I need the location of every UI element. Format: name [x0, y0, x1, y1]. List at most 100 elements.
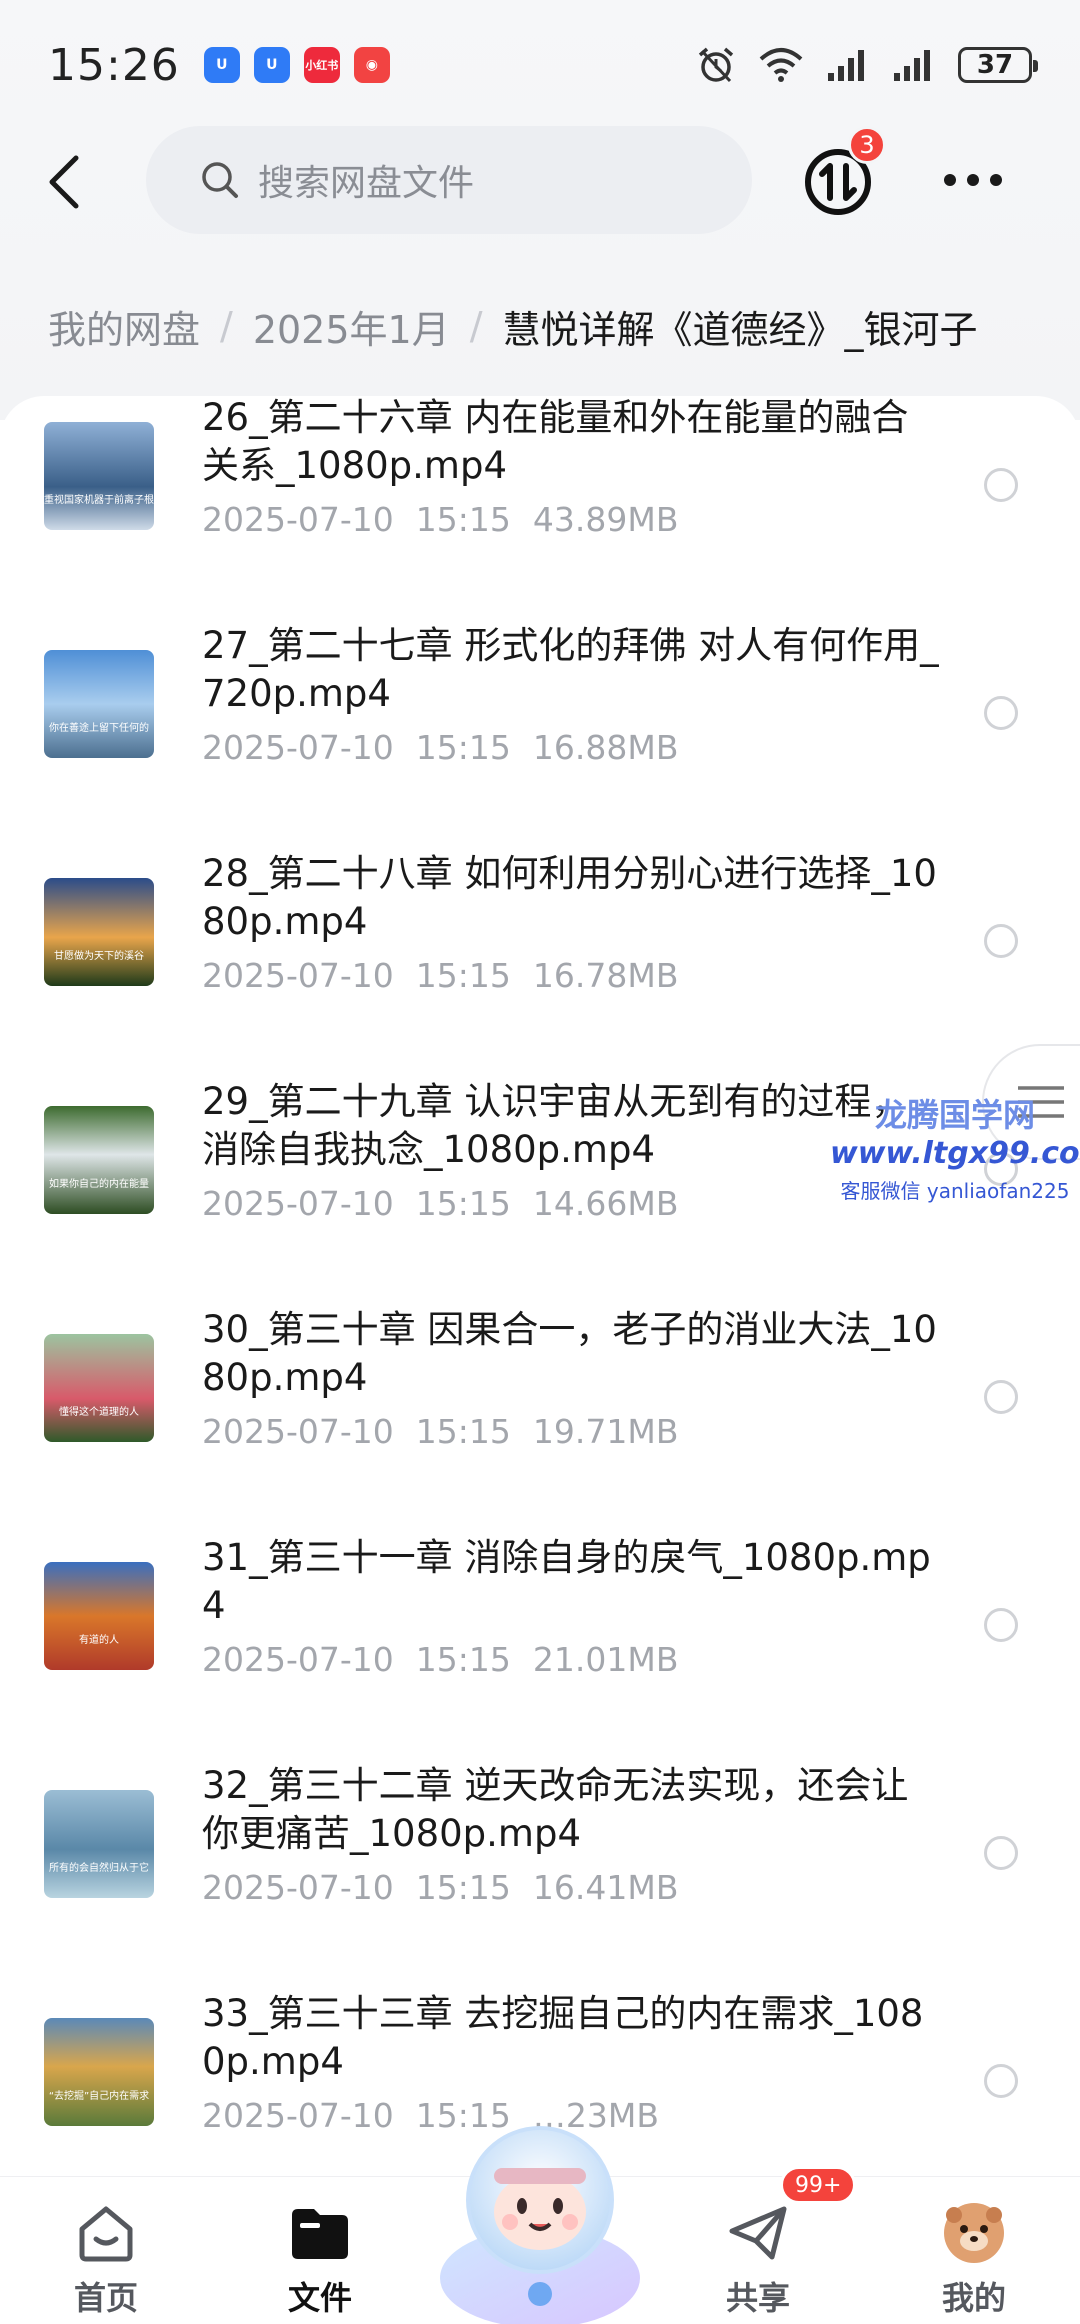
nav-home[interactable]: 首页: [36, 2193, 176, 2317]
thumbnail-caption: 所有的会自然归从于它: [49, 1863, 149, 1874]
file-size: 14.66MB: [532, 1184, 679, 1223]
file-date: 2025-07-10: [202, 956, 394, 995]
app-notification-icon: ◉: [353, 47, 390, 83]
video-thumbnail: 重视国家机器于前离子根: [44, 422, 154, 530]
thumbnail-caption: 如果你自己的内在能量: [49, 1179, 149, 1190]
file-row[interactable]: 所有的会自然归从于它 32_第三十二章 逆天改命无法实现，还会让你更痛苦_1080…: [0, 1738, 1080, 1966]
file-date: 2025-07-10: [202, 1640, 394, 1679]
file-meta: 2025-07-10 15:15 16.78MB: [202, 956, 678, 995]
search-input[interactable]: 搜索网盘文件: [146, 126, 752, 234]
file-time: 15:15: [415, 1412, 511, 1451]
wifi-icon: [759, 48, 803, 82]
header: 搜索网盘文件 3: [0, 126, 1080, 236]
home-icon: [79, 2206, 133, 2262]
file-date: 2025-07-10: [202, 2096, 394, 2135]
file-row[interactable]: 重视国家机器于前离子根 26_第二十六章 内在能量和外在能量的融合关系_1080p…: [0, 396, 1080, 598]
folder-icon: [292, 2209, 348, 2259]
file-name: 26_第二十六章 内在能量和外在能量的融合关系_1080p.mp4: [202, 396, 909, 487]
file-row[interactable]: 你在善途上留下任何的 27_第二十七章 形式化的拜佛 对人有何作用_720p.mp…: [0, 598, 1080, 826]
video-thumbnail: 有道的人: [44, 1562, 154, 1670]
select-radio[interactable]: [984, 924, 1018, 958]
back-arrow-icon[interactable]: [36, 150, 96, 214]
file-name: 32_第三十二章 逆天改命无法实现，还会让你更痛苦_1080p.mp4: [202, 1764, 909, 1855]
video-thumbnail: 如果你自己的内在能量: [44, 1106, 154, 1214]
breadcrumb-current: 慧悦详解《道德经》_银河子: [502, 307, 978, 352]
file-meta: 2025-07-10 15:15 16.41MB: [202, 1868, 678, 1907]
thumbnail-caption: 有道的人: [79, 1635, 119, 1646]
file-size: 16.78MB: [532, 956, 679, 995]
file-meta: 2025-07-10 15:15 19.71MB: [202, 1412, 678, 1451]
nav-label-home: 首页: [73, 2279, 138, 2317]
file-row[interactable]: 甘愿做为天下的溪谷 28_第二十八章 如何利用分别心进行选择_1080p.mp4 2…: [0, 826, 1080, 1054]
file-size: 19.71MB: [532, 1412, 679, 1451]
alarm-icon: [698, 47, 734, 83]
file-size: 21.01MB: [532, 1640, 679, 1679]
app-notification-icon: U: [253, 47, 290, 83]
file-name: 27_第二十七章 形式化的拜佛 对人有何作用_720p.mp4: [202, 624, 939, 715]
video-thumbnail: 所有的会自然归从于它: [44, 1790, 154, 1898]
file-size: 16.41MB: [532, 1868, 679, 1907]
nav-label-share: 共享: [725, 2279, 790, 2317]
more-options-icon[interactable]: [938, 160, 1008, 200]
file-row[interactable]: 懂得这个道理的人 30_第三十章 因果合一，老子的消业大法_1080p.mp4 20…: [0, 1282, 1080, 1510]
file-meta: 2025-07-10 15:15 14.66MB: [202, 1184, 678, 1223]
file-meta: 2025-07-10 15:15 16.88MB: [202, 728, 678, 767]
video-thumbnail: 甘愿做为天下的溪谷: [44, 878, 154, 986]
nav-label-mine: 我的: [941, 2279, 1006, 2317]
file-name: 33_第三十三章 去挖掘自己的内在需求_1080p.mp4: [202, 1992, 924, 2083]
select-radio[interactable]: [984, 1380, 1018, 1414]
watermark-url: www.ltgx99.com: [830, 1136, 1080, 1171]
file-date: 2025-07-10: [202, 500, 394, 539]
file-list: 重视国家机器于前离子根 26_第二十六章 内在能量和外在能量的融合关系_1080p…: [0, 396, 1080, 2176]
watermark: 龙腾国学网 www.ltgx99.com 客服微信 yanliaofan225: [830, 1090, 1080, 1204]
breadcrumb-separator: /: [220, 304, 233, 348]
select-radio[interactable]: [984, 1836, 1018, 1870]
transfer-count-badge: 3: [848, 126, 886, 164]
thumbnail-caption: 懂得这个道理的人: [59, 1407, 139, 1418]
select-radio[interactable]: [984, 468, 1018, 502]
breadcrumb-separator: /: [469, 304, 483, 348]
app-notification-icon: U: [203, 47, 240, 83]
file-meta: 2025-07-10 15:15 21.01MB: [202, 1640, 678, 1679]
nav-mine[interactable]: 我的: [904, 2193, 1044, 2317]
assistant-mascot-icon[interactable]: [432, 2108, 648, 2324]
file-time: 15:15: [415, 1640, 511, 1679]
file-size: 43.89MB: [532, 500, 679, 539]
video-thumbnail: 懂得这个道理的人: [44, 1334, 154, 1442]
share-count-badge: 99+: [780, 2166, 857, 2204]
file-name: 31_第三十一章 消除自身的戾气_1080p.mp4: [202, 1536, 931, 1627]
xiaohongshu-icon: 小红书: [303, 47, 340, 83]
file-time: 15:15: [415, 728, 511, 767]
file-time: 15:15: [415, 956, 511, 995]
file-date: 2025-07-10: [202, 728, 394, 767]
nav-files[interactable]: 文件: [250, 2193, 390, 2317]
avatar-icon: [944, 2203, 1004, 2263]
file-time: 15:15: [415, 1868, 511, 1907]
breadcrumb-item-folder[interactable]: 2025年1月: [253, 299, 450, 354]
nav-share[interactable]: 共享: [688, 2193, 828, 2317]
file-meta: 2025-07-10 15:15 43.89MB: [202, 500, 678, 539]
nav-label-files: 文件: [287, 2279, 352, 2317]
file-time: 15:15: [415, 1184, 511, 1223]
thumbnail-caption: 甘愿做为天下的溪谷: [54, 951, 144, 962]
thumbnail-caption: 你在善途上留下任何的: [49, 723, 149, 734]
file-date: 2025-07-10: [202, 1412, 394, 1451]
status-indicators: 37: [696, 45, 1038, 85]
file-date: 2025-07-10: [202, 1184, 394, 1223]
status-bar: 15:26 U U 小红书 ◉ 37: [0, 0, 1080, 130]
signal-icon: [828, 50, 864, 81]
breadcrumb-item-my-drive[interactable]: 我的网盘: [48, 299, 200, 354]
select-radio[interactable]: [984, 2064, 1018, 2098]
video-thumbnail: 你在善途上留下任何的: [44, 650, 154, 758]
select-radio[interactable]: [984, 1608, 1018, 1642]
breadcrumb: 我的网盘 / 2025年1月 / 慧悦详解《道德经》_银河子: [48, 296, 1068, 356]
file-date: 2025-07-10: [202, 1868, 394, 1907]
select-radio[interactable]: [984, 696, 1018, 730]
thumbnail-caption: 重视国家机器于前离子根: [44, 495, 154, 506]
file-size: 16.88MB: [532, 728, 679, 767]
thumbnail-caption: “去挖掘”自己内在需求: [48, 2091, 150, 2102]
file-name: 28_第二十八章 如何利用分别心进行选择_1080p.mp4: [202, 852, 937, 943]
file-row[interactable]: 有道的人 31_第三十一章 消除自身的戾气_1080p.mp4 2025-07-10…: [0, 1510, 1080, 1738]
search-icon: [202, 162, 238, 198]
status-app-icons: U U 小红书 ◉: [203, 47, 390, 83]
